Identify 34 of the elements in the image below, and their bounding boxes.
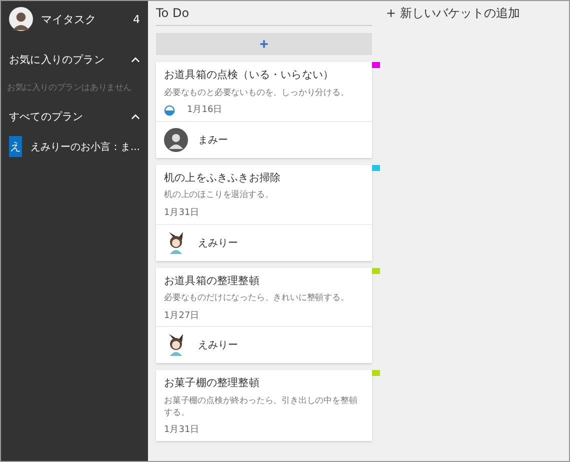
assignee-name: えみりー (198, 339, 238, 352)
chevron-icon[interactable] (131, 114, 140, 120)
assignee-name: えみりー (198, 236, 238, 250)
due-date: 1月27日 (164, 310, 200, 322)
add-bucket-button[interactable]: + 新しいバケットの追加 (372, 1, 520, 22)
avatar-icon (9, 7, 33, 31)
assignee-name: まみー (198, 134, 228, 147)
task-description: 必要なものと必要ないものを、しっかり分ける。 (163, 86, 350, 100)
task-title: お菓子棚の整理整頓 (163, 376, 260, 392)
plan-item[interactable]: え えみりーのお小言：ま... (1, 124, 148, 170)
plan-name: えみりーのお小言：ま... (30, 140, 140, 154)
task-card[interactable]: お菓子棚の整理整頓 お菓子棚の点検が終わったら、引き出しの中を整頓する。 1月31日 (156, 370, 372, 441)
section-title: お気に入りのプラン (9, 53, 104, 67)
task-title: お道具箱の整理整頓 (163, 274, 260, 288)
task-count: 4 (133, 12, 140, 26)
section-title: すべてのプラン (9, 110, 84, 124)
due-date: 1月16日 (187, 105, 222, 117)
task-description: 必要なものだけになったら、きれいに整頓する。 (163, 292, 350, 305)
my-tasks-link[interactable]: マイタスク (41, 12, 125, 26)
task-description: 机の上のほこりを退治する。 (163, 189, 274, 202)
avatar-icon (164, 128, 188, 152)
plan-initial: え (9, 136, 22, 158)
empty-message: お気に入りのプランはありません (7, 83, 132, 94)
due-date: 1月31日 (164, 208, 200, 220)
task-card[interactable]: 机の上をふきふきお掃除 机の上のほこりを退治する。 1月31日 えみりー (156, 164, 372, 261)
add-task-button[interactable]: + (156, 33, 372, 55)
task-description: お菓子棚の点検が終わったら、引き出しの中を整頓する。 (163, 395, 358, 419)
bucket-title: To Do (156, 1, 372, 26)
task-card[interactable]: お道具箱の整理整頓 必要なものだけになったら、きれいに整頓する。 1月27日 えみりー (156, 268, 372, 364)
chevron-icon[interactable] (131, 57, 140, 63)
due-date: 1月31日 (164, 424, 200, 437)
task-card[interactable]: お道具箱の点検（いる・いらない） 必要なものと必要ないものを、しっかり分ける。 1月16日 まみー (156, 62, 372, 158)
task-title: お道具箱の点検（いる・いらない） (163, 68, 335, 83)
task-title: 机の上をふきふきお掃除 (163, 170, 282, 186)
